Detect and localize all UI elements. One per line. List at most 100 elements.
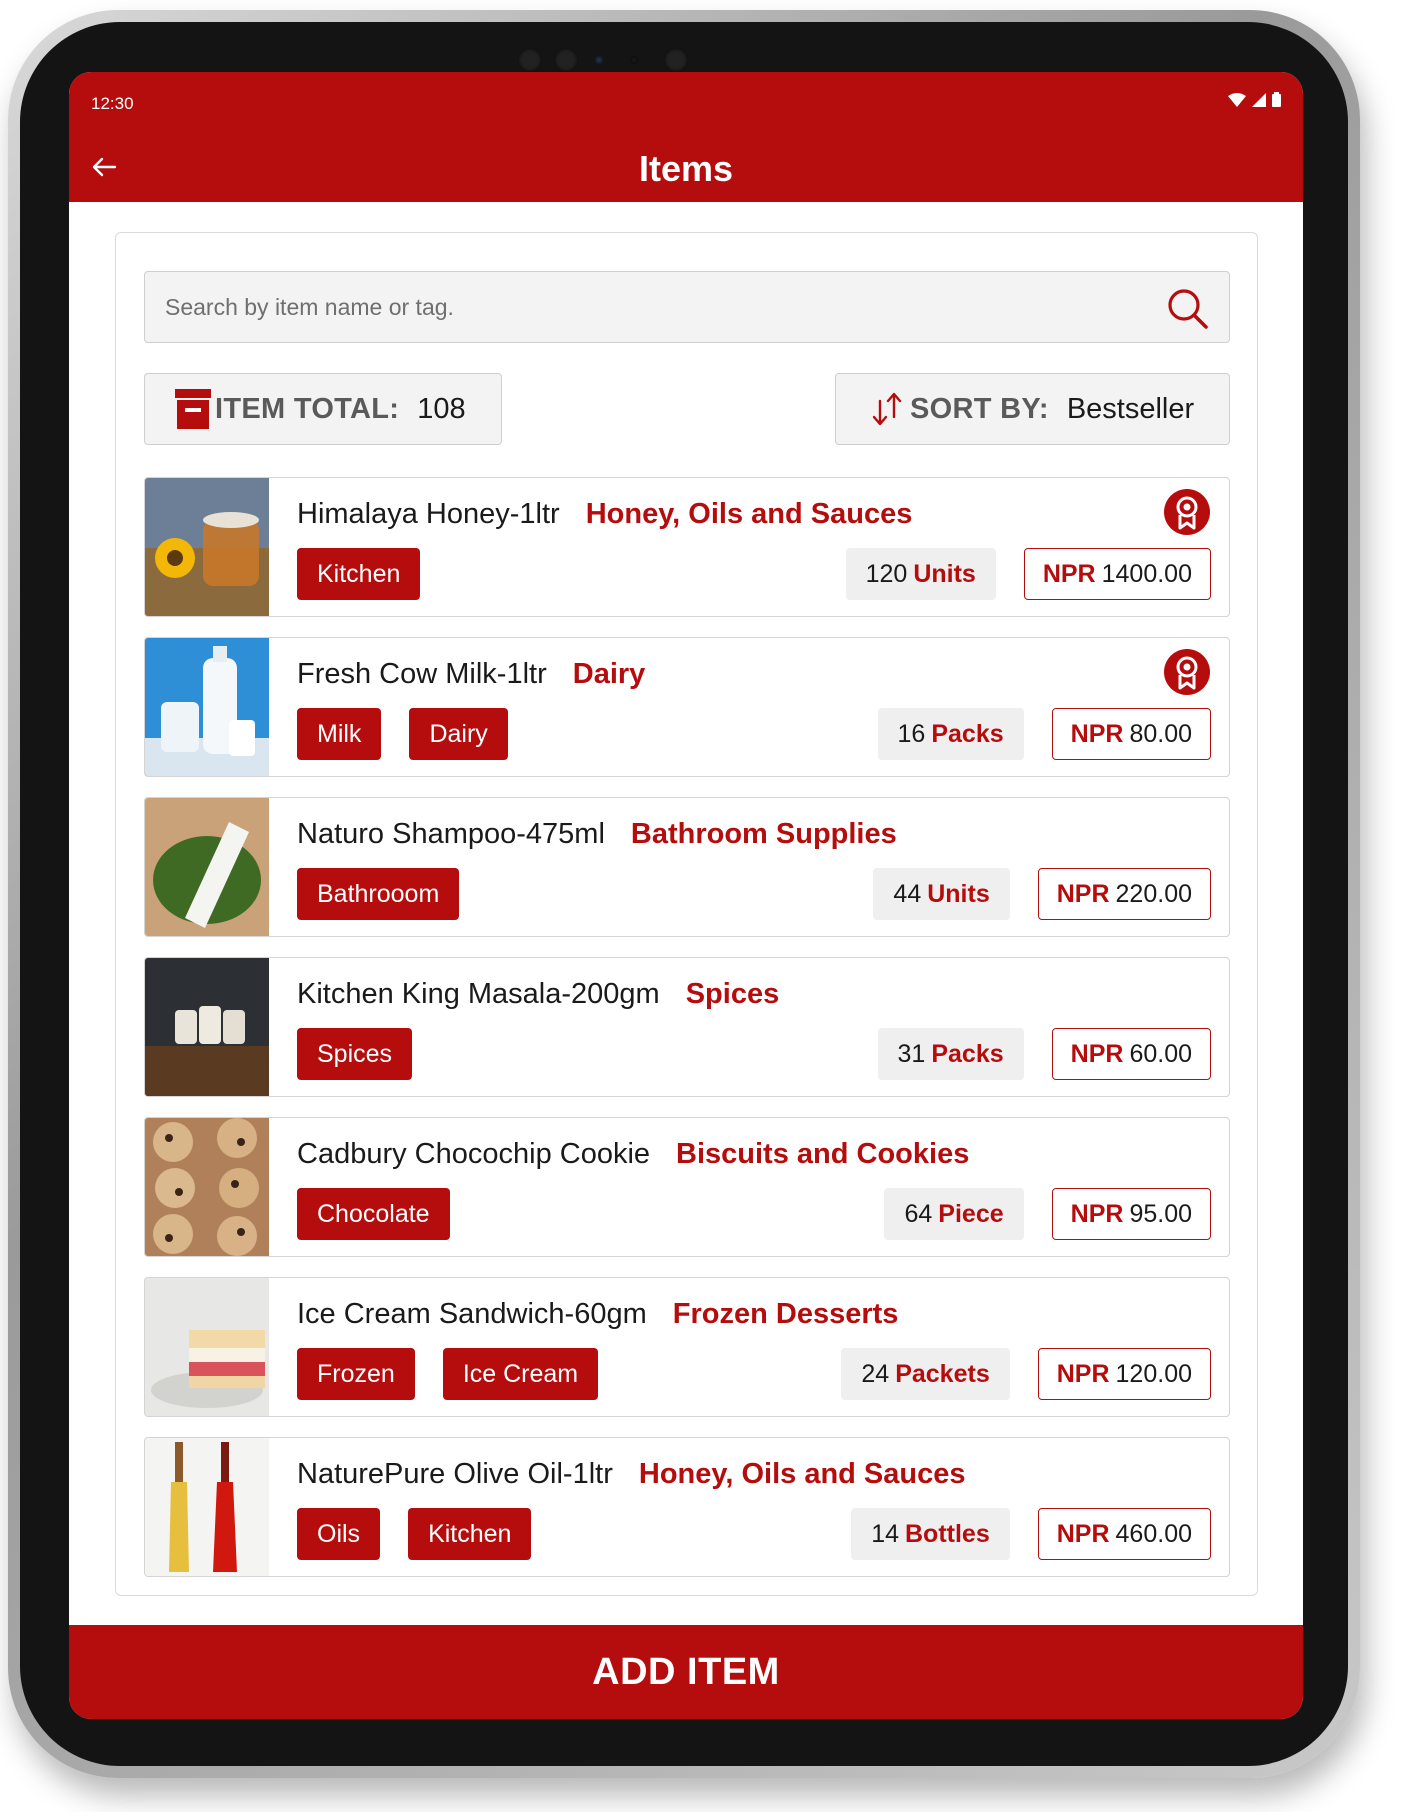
item-name: Cadbury Chocochip Cookie Biscuits and Coo… [297, 1138, 969, 1171]
item-image [145, 798, 269, 936]
item-title: Fresh Cow Milk-1ltr [297, 658, 547, 690]
items-panel: ITEM TOTAL: 108 SORT BY: Bestseller [115, 232, 1258, 1596]
tag-chip[interactable]: Ice Cream [442, 1348, 599, 1400]
item-tags: Oils Kitchen [297, 1508, 532, 1560]
quantity-value: 120 [865, 559, 908, 588]
price-currency: NPR [1056, 1519, 1110, 1548]
ice-cream-sandwich-image [145, 1278, 269, 1416]
add-item-button[interactable]: ADD ITEM [69, 1625, 1303, 1719]
item-image [145, 1118, 269, 1256]
item-meta: 24 Packets NPR 120.00 [841, 1348, 1211, 1400]
honey-jar-image [145, 478, 269, 616]
item-tags: Frozen Ice Cream [297, 1348, 599, 1400]
item-tags: Kitchen [297, 548, 421, 600]
bestseller-badge-icon [1164, 649, 1210, 695]
sensor-icon [595, 56, 603, 64]
item-name: Naturo Shampoo-475ml Bathroom Supplies [297, 818, 897, 851]
price-value: 1400.00 [1101, 559, 1192, 588]
item-category: Biscuits and Cookies [676, 1138, 970, 1170]
shampoo-tube-image [145, 798, 269, 936]
sort-button[interactable]: SORT BY: Bestseller [835, 373, 1230, 445]
item-image [145, 1278, 269, 1416]
status-time: 12:30 [91, 94, 134, 113]
item-meta: 14 Bottles NPR 460.00 [851, 1508, 1211, 1560]
item-meta: 64 Piece NPR 95.00 [884, 1188, 1211, 1240]
status-icons [1228, 92, 1281, 107]
item-quantity: 14 Bottles [851, 1508, 1010, 1560]
signal-icon [1252, 92, 1266, 107]
item-quantity: 31 Packs [877, 1028, 1024, 1080]
list-item[interactable]: Himalaya Honey-1ltr Honey, Oils and Sauce… [144, 477, 1230, 617]
milk-bottles-image [145, 638, 269, 776]
quantity-value: 44 [893, 879, 922, 908]
search-bar [144, 271, 1230, 343]
tag-chip[interactable]: Oils [297, 1508, 381, 1560]
list-item[interactable]: Kitchen King Masala-200gm Spices Spices 3… [144, 957, 1230, 1097]
price-value: 80.00 [1129, 719, 1192, 748]
tag-chip[interactable]: Bathrooom [297, 868, 460, 920]
item-price: NPR 95.00 [1051, 1188, 1211, 1240]
item-price: NPR 460.00 [1037, 1508, 1211, 1560]
search-icon[interactable] [1165, 286, 1209, 330]
item-category: Honey, Oils and Sauces [638, 1458, 966, 1490]
archive-box-icon [175, 389, 211, 429]
item-category: Spices [685, 978, 780, 1010]
item-meta: 31 Packs NPR 60.00 [877, 1028, 1211, 1080]
page-title: Items [638, 148, 734, 189]
item-title: NaturePure Olive Oil-1ltr [297, 1458, 613, 1490]
tag-chip[interactable]: Milk [297, 708, 382, 760]
list-item[interactable]: Ice Cream Sandwich-60gm Frozen Desserts F… [144, 1277, 1230, 1417]
item-price: NPR 80.00 [1051, 708, 1211, 760]
item-image [145, 638, 269, 776]
price-value: 60.00 [1129, 1039, 1192, 1068]
sensor-icon [554, 48, 578, 72]
quantity-unit: Packs [931, 719, 1004, 748]
search-input[interactable] [145, 272, 1105, 342]
sort-value: Bestseller [1066, 392, 1195, 425]
item-price: NPR 1400.00 [1023, 548, 1211, 600]
quantity-unit: Units [913, 559, 976, 588]
item-category: Dairy [572, 658, 646, 690]
battery-icon [1272, 92, 1281, 107]
item-price: NPR 220.00 [1037, 868, 1211, 920]
app-bar: 12:30 Items [69, 72, 1303, 202]
tag-chip[interactable]: Spices [297, 1028, 413, 1080]
list-item[interactable]: NaturePure Olive Oil-1ltr Honey, Oils and… [144, 1437, 1230, 1577]
tag-chip[interactable]: Frozen [297, 1348, 415, 1400]
item-quantity: 16 Packs [877, 708, 1024, 760]
oil-bottles-image [145, 1438, 269, 1576]
item-category: Frozen Desserts [672, 1298, 899, 1330]
spice-jars-image [145, 958, 269, 1096]
quantity-value: 16 [897, 719, 926, 748]
list-item[interactable]: Naturo Shampoo-475ml Bathroom Supplies Ba… [144, 797, 1230, 937]
item-meta: 120 Units NPR 1400.00 [845, 548, 1211, 600]
item-meta: 44 Units NPR 220.00 [873, 868, 1211, 920]
quantity-unit: Bottles [905, 1519, 990, 1548]
item-title: Himalaya Honey-1ltr [297, 498, 560, 530]
price-currency: NPR [1042, 559, 1096, 588]
wifi-icon [1228, 92, 1246, 107]
item-title: Ice Cream Sandwich-60gm [297, 1298, 647, 1330]
item-total-label: ITEM TOTAL: [215, 392, 400, 425]
item-price: NPR 60.00 [1051, 1028, 1211, 1080]
price-currency: NPR [1056, 879, 1110, 908]
item-list: Himalaya Honey-1ltr Honey, Oils and Sauce… [144, 477, 1230, 1597]
item-quantity: 44 Units [873, 868, 1010, 920]
item-image [145, 958, 269, 1096]
list-item[interactable]: Cadbury Chocochip Cookie Biscuits and Coo… [144, 1117, 1230, 1257]
tag-chip[interactable]: Kitchen [297, 548, 421, 600]
sensor-icon [518, 48, 542, 72]
tag-chip[interactable]: Chocolate [297, 1188, 450, 1240]
item-name: NaturePure Olive Oil-1ltr Honey, Oils and… [297, 1458, 966, 1491]
sort-label: SORT BY: [910, 392, 1049, 425]
item-tags: Bathrooom [297, 868, 460, 920]
tag-chip[interactable]: Dairy [409, 708, 508, 760]
item-tags: Milk Dairy [297, 708, 508, 760]
list-item[interactable]: Fresh Cow Milk-1ltr Dairy Milk Dairy 16 Pa… [144, 637, 1230, 777]
item-tags: Chocolate [297, 1188, 450, 1240]
item-quantity: 24 Packets [841, 1348, 1010, 1400]
item-price: NPR 120.00 [1037, 1348, 1211, 1400]
tag-chip[interactable]: Kitchen [408, 1508, 532, 1560]
item-category: Bathroom Supplies [630, 818, 897, 850]
item-title: Cadbury Chocochip Cookie [297, 1138, 651, 1170]
